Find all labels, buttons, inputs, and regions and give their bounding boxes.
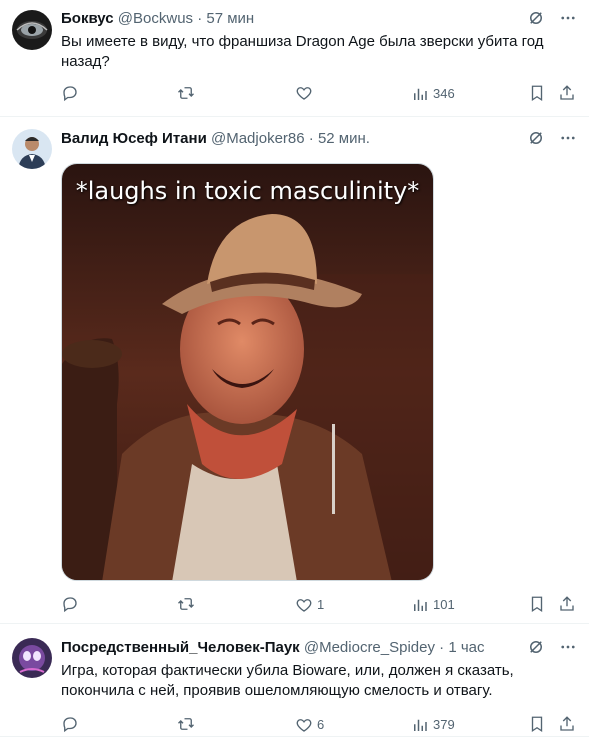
action-bar: 1 101: [61, 595, 577, 615]
views-count: 346: [433, 86, 455, 101]
bookmark-button[interactable]: [528, 595, 546, 613]
like-button[interactable]: [295, 84, 317, 102]
tweet-text: Вы имеете в виду, что франшиза Dragon Ag…: [61, 33, 544, 70]
like-button[interactable]: 1: [295, 595, 324, 615]
retweet-icon: [178, 87, 194, 99]
retweet-button[interactable]: [177, 595, 199, 613]
like-icon: [296, 719, 312, 732]
share-button[interactable]: [558, 595, 576, 613]
like-icon: [296, 599, 312, 612]
author-name[interactable]: Боквус: [61, 10, 114, 27]
share-icon: [560, 716, 574, 731]
reply-button[interactable]: [61, 84, 83, 102]
tweet-media-image[interactable]: *laughs in toxic masculinity*: [61, 163, 434, 581]
share-icon: [560, 596, 574, 611]
like-count: 1: [317, 597, 325, 612]
views-button[interactable]: 101: [411, 595, 455, 615]
views-button[interactable]: 379: [411, 715, 455, 735]
author-handle[interactable]: @Mediocre_Spidey: [304, 639, 435, 656]
tweet-header: Боквус @Bockwus · 57 мин: [61, 9, 577, 29]
tweet-text: Игра, которая фактически убила Bioware, …: [61, 662, 514, 699]
action-bar: 6 379: [61, 715, 577, 735]
grok-icon[interactable]: [527, 638, 545, 656]
grok-icon[interactable]: [527, 9, 545, 27]
meme-photo: [62, 164, 433, 580]
share-button[interactable]: [558, 84, 576, 102]
meme-caption: *laughs in toxic masculinity*: [75, 177, 420, 205]
author-name[interactable]: Валид Юсеф Итани: [61, 130, 207, 147]
views-icon: [414, 599, 427, 611]
bookmark-button[interactable]: [528, 715, 546, 733]
views-icon: [414, 719, 427, 731]
tweet-1[interactable]: Боквус @Bockwus · 57 мин Вы имеете в вид…: [0, 0, 589, 117]
more-icon[interactable]: [559, 638, 577, 656]
separator-dot: ·: [197, 10, 203, 27]
timestamp[interactable]: 52 мин.: [318, 130, 370, 147]
reply-button[interactable]: [61, 715, 83, 733]
views-count: 379: [433, 717, 455, 732]
avatar[interactable]: [12, 129, 52, 169]
bookmark-icon: [531, 85, 543, 102]
retweet-icon: [178, 718, 194, 730]
author-handle[interactable]: @Bockwus: [118, 10, 193, 27]
reply-button[interactable]: [61, 595, 83, 613]
tweet-header: Посредственный_Человек-Паук @Mediocre_Sp…: [61, 638, 577, 658]
action-bar: 346: [61, 84, 577, 104]
tweet-header: Валид Юсеф Итани @Madjoker86 · 52 мин.: [61, 129, 577, 149]
author-name[interactable]: Посредственный_Человек-Паук: [61, 639, 300, 656]
timestamp[interactable]: 57 мин: [206, 10, 254, 27]
bookmark-icon: [531, 716, 543, 733]
avatar[interactable]: [12, 10, 52, 50]
views-count: 101: [433, 597, 455, 612]
separator-dot: ·: [439, 639, 445, 656]
views-button[interactable]: 346: [411, 84, 455, 104]
timestamp[interactable]: 1 час: [448, 639, 484, 656]
author-handle[interactable]: @Madjoker86: [211, 130, 305, 147]
more-icon[interactable]: [559, 129, 577, 147]
share-button[interactable]: [558, 715, 576, 733]
reply-icon: [63, 86, 77, 102]
more-icon[interactable]: [559, 9, 577, 27]
tweet-2[interactable]: Валид Юсеф Итани @Madjoker86 · 52 мин. *…: [0, 117, 589, 624]
retweet-icon: [178, 598, 194, 610]
tweet-3[interactable]: Посредственный_Человек-Паук @Mediocre_Sp…: [0, 624, 589, 737]
separator-dot: ·: [308, 130, 314, 147]
retweet-button[interactable]: [177, 84, 199, 102]
reply-icon: [63, 597, 77, 613]
like-count: 6: [317, 717, 325, 732]
reply-icon: [63, 717, 77, 733]
grok-icon[interactable]: [527, 129, 545, 147]
share-icon: [560, 85, 574, 100]
avatar[interactable]: [12, 638, 52, 678]
views-icon: [414, 88, 427, 100]
bookmark-icon: [531, 596, 543, 613]
like-icon: [296, 87, 312, 100]
bookmark-button[interactable]: [528, 84, 546, 102]
like-button[interactable]: 6: [295, 715, 324, 735]
retweet-button[interactable]: [177, 715, 199, 733]
